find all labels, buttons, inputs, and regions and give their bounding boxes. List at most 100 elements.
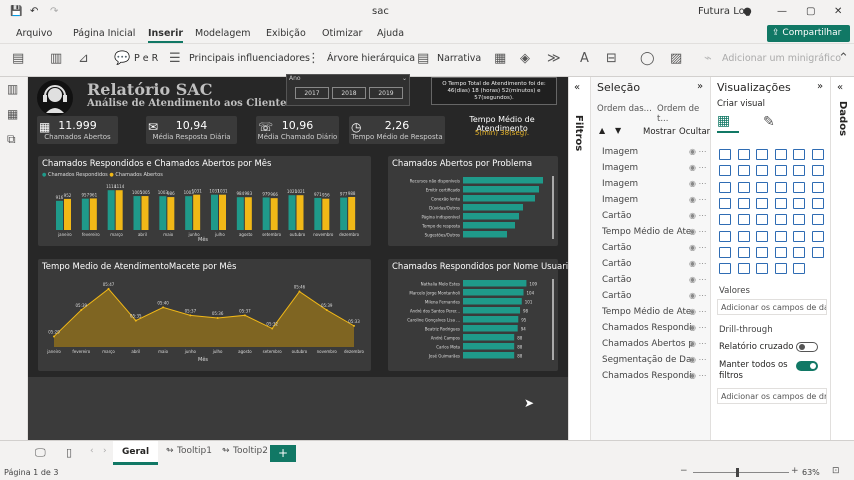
tab-geral[interactable]: Geral <box>113 441 158 465</box>
visual-type-icon[interactable] <box>719 149 731 160</box>
build-visual-icon[interactable]: ▦ <box>717 113 739 133</box>
chevron-right-icon[interactable]: » <box>817 81 823 92</box>
bar-abertos[interactable] <box>89 198 97 230</box>
hbar[interactable] <box>463 280 527 287</box>
tab-tooltip2[interactable]: Tooltip2 <box>233 446 268 456</box>
minimize-icon[interactable]: — <box>777 6 787 17</box>
hide-all-button[interactable]: Ocultar <box>679 127 710 137</box>
paginated-icon[interactable]: ▦ <box>494 51 506 66</box>
visual-type-icon[interactable] <box>756 246 768 258</box>
chevron-down-icon[interactable]: ⌄ <box>402 75 407 82</box>
visual-type-icon[interactable] <box>737 165 750 177</box>
menu-pagina-inicial[interactable]: Página Inicial <box>73 28 135 39</box>
filters-rail[interactable]: « Filtros <box>568 77 590 440</box>
bar-respondidos[interactable] <box>340 197 348 230</box>
selection-item[interactable]: Imagem <box>602 195 692 205</box>
close-icon[interactable]: ✕ <box>834 6 842 17</box>
menu-modelagem[interactable]: Modelagem <box>195 28 250 39</box>
hbar[interactable] <box>463 177 543 184</box>
visibility-eye-icon[interactable]: ◉ ⋯ <box>689 291 707 300</box>
visual-type-icon[interactable] <box>719 263 731 275</box>
bar-abertos[interactable] <box>296 195 304 230</box>
visual-type-icon[interactable] <box>737 263 750 275</box>
format-visual-icon[interactable]: ✎ <box>763 114 775 130</box>
visibility-eye-icon[interactable]: ◉ ⋯ <box>689 179 707 188</box>
visibility-eye-icon[interactable]: ◉ ⋯ <box>689 355 707 364</box>
qa-button[interactable]: P e R <box>134 53 158 64</box>
zoom-out-icon[interactable]: − <box>680 466 688 476</box>
bar-abertos[interactable] <box>244 197 252 230</box>
bar-respondidos[interactable] <box>262 197 270 230</box>
bar-abertos[interactable] <box>322 198 330 230</box>
selection-item[interactable]: Chamados Respondid... <box>602 371 692 381</box>
visual-type-icon[interactable] <box>737 149 750 160</box>
line-point[interactable] <box>80 309 83 312</box>
bar-respondidos[interactable] <box>288 195 296 230</box>
line-point[interactable] <box>353 324 355 327</box>
visual-type-icon[interactable] <box>793 230 805 242</box>
line-point[interactable] <box>271 327 274 330</box>
line-chart-panel[interactable]: Tempo Medio de AtendimentoMacete por Mês… <box>38 259 371 371</box>
selection-item[interactable]: Chamados Abertos po... <box>602 339 692 349</box>
selection-item[interactable]: Cartão <box>602 211 692 221</box>
visual-type-icon[interactable] <box>793 181 805 193</box>
shapes-icon[interactable]: ◯ <box>640 51 655 66</box>
power-automate-icon[interactable]: ≫ <box>547 51 561 66</box>
menu-ajuda[interactable]: Ajuda <box>377 28 404 39</box>
visual-type-icon[interactable] <box>811 197 824 209</box>
move-down-icon[interactable]: ▼ <box>615 126 621 135</box>
desktop-layout-icon[interactable]: 🖵 <box>35 446 46 460</box>
tab-order-tab[interactable]: Ordem de t... <box>657 104 710 124</box>
line-point[interactable] <box>325 309 328 312</box>
bar-respondidos[interactable] <box>159 196 167 230</box>
visibility-eye-icon[interactable]: ◉ ⋯ <box>689 243 707 252</box>
tab-order-layer[interactable]: Ordem das... <box>597 104 652 114</box>
visual-type-icon[interactable] <box>811 246 824 258</box>
bar-respondidos[interactable] <box>185 196 193 230</box>
collapse-ribbon-icon[interactable]: ⌃ <box>838 51 849 66</box>
hbar[interactable] <box>463 289 524 296</box>
selection-item[interactable]: Imagem <box>602 179 692 189</box>
report-view-icon[interactable]: ▥ <box>7 82 18 96</box>
bar-respondidos[interactable] <box>56 200 63 230</box>
visual-type-icon[interactable] <box>719 181 731 193</box>
visual-type-icon[interactable] <box>793 165 805 177</box>
menu-arquivo[interactable]: Arquivo <box>16 28 52 39</box>
visual-type-icon[interactable] <box>811 149 824 160</box>
narrative-button[interactable]: Narrativa <box>437 53 481 64</box>
data-rail[interactable]: « Dados <box>830 77 854 440</box>
visual-type-icon[interactable] <box>811 165 824 177</box>
hbar[interactable] <box>463 316 519 323</box>
visual-type-icon[interactable] <box>737 230 750 242</box>
visual-type-icon[interactable] <box>719 230 731 242</box>
tab-tooltip1[interactable]: Tooltip1 <box>177 446 212 456</box>
power-apps-icon[interactable]: ◈ <box>520 51 530 66</box>
visual-type-icon[interactable] <box>756 149 768 160</box>
keep-filters-toggle[interactable] <box>796 361 818 371</box>
visibility-eye-icon[interactable]: ◉ ⋯ <box>689 227 707 236</box>
add-page-button[interactable]: + <box>270 445 296 462</box>
visual-type-icon[interactable] <box>756 181 768 193</box>
values-field-well[interactable]: Adicionar os campos de da... <box>717 299 827 315</box>
visibility-eye-icon[interactable]: ◉ ⋯ <box>689 371 707 380</box>
visibility-eye-icon[interactable]: ◉ ⋯ <box>689 259 707 268</box>
year-option[interactable]: 2018 <box>332 87 366 99</box>
hbar[interactable] <box>463 352 515 359</box>
new-visual-icon[interactable]: ▥ <box>50 51 62 66</box>
line-point[interactable] <box>53 335 55 338</box>
mobile-layout-icon[interactable]: ▯ <box>66 446 72 459</box>
user-chart-panel[interactable]: Chamados Respondidos por Nome Usuario Na… <box>388 259 573 371</box>
selection-item[interactable]: Cartão <box>602 291 692 301</box>
zoom-slider-thumb[interactable] <box>736 468 739 477</box>
visual-type-icon[interactable] <box>719 246 731 258</box>
drill-through-field-well[interactable]: Adicionar os campos de dr... <box>717 388 827 404</box>
visual-type-icon[interactable] <box>737 214 750 226</box>
selection-item[interactable]: Segmentação de Dados <box>602 355 692 365</box>
visibility-eye-icon[interactable]: ◉ ⋯ <box>689 163 707 172</box>
chevron-left-icon[interactable]: « <box>837 82 843 93</box>
visual-type-icon[interactable] <box>774 230 787 242</box>
visibility-eye-icon[interactable]: ◉ ⋯ <box>689 307 707 316</box>
bar-abertos[interactable] <box>115 190 123 230</box>
model-view-icon[interactable]: ⧉ <box>7 132 16 147</box>
hbar[interactable] <box>463 222 515 229</box>
